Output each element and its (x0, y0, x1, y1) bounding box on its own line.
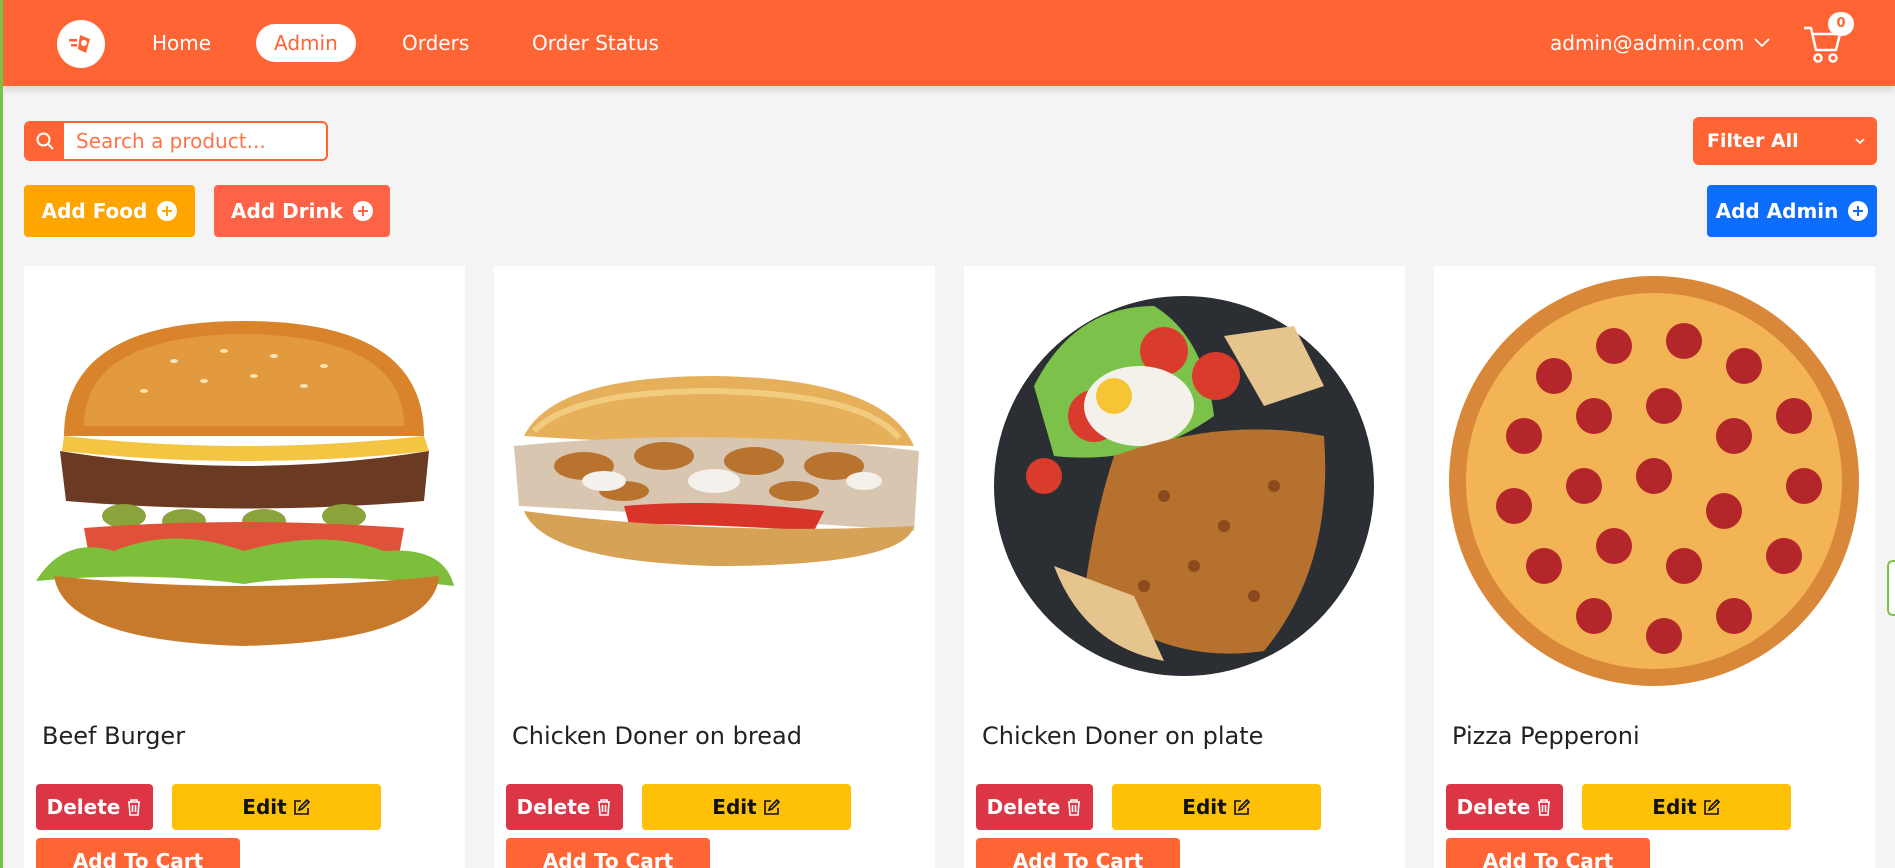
page-left-border (0, 0, 3, 868)
product-card: Chicken Doner on plate Delete Edit Add T… (964, 266, 1405, 868)
edit-button[interactable]: Edit (1582, 784, 1791, 830)
search-icon (36, 132, 54, 150)
plus-circle-icon (352, 201, 373, 221)
product-image (1434, 266, 1875, 706)
delete-label: Delete (516, 795, 591, 819)
product-image (24, 266, 465, 706)
edit-label: Edit (242, 795, 287, 819)
add-to-cart-button[interactable]: Add To Cart (36, 838, 240, 868)
logo[interactable] (57, 20, 105, 68)
edit-label: Edit (1182, 795, 1227, 819)
trash-icon (128, 799, 141, 816)
add-admin-button[interactable]: Add Admin (1707, 185, 1877, 237)
cart-count-badge: 0 (1828, 12, 1854, 36)
plus-circle-icon (157, 201, 178, 221)
user-email: admin@admin.com (1550, 31, 1745, 55)
delete-label: Delete (46, 795, 121, 819)
product-name: Beef Burger (42, 722, 186, 750)
search-box (24, 121, 328, 161)
navbar: Home Admin Orders Order Status admin@adm… (0, 0, 1895, 86)
add-to-cart-label: Add To Cart (1012, 849, 1144, 868)
nav-order-status[interactable]: Order Status (514, 24, 677, 62)
nav-home[interactable]: Home (134, 24, 229, 62)
add-to-cart-button[interactable]: Add To Cart (506, 838, 710, 868)
edit-icon (1703, 798, 1720, 815)
trash-icon (598, 799, 611, 816)
add-drink-label: Add Drink (231, 199, 343, 223)
product-image (964, 266, 1405, 706)
nav-orders[interactable]: Orders (384, 24, 487, 62)
trash-icon (1068, 799, 1081, 816)
add-food-button[interactable]: Add Food (24, 185, 195, 237)
side-tab[interactable] (1887, 560, 1895, 616)
delete-label: Delete (1456, 795, 1531, 819)
delete-button[interactable]: Delete (36, 784, 153, 830)
product-image (494, 266, 935, 706)
add-admin-label: Add Admin (1715, 199, 1839, 223)
filter-selected-value: Filter All (1707, 130, 1799, 152)
add-food-label: Add Food (41, 199, 148, 223)
chevron-down-icon (1754, 38, 1771, 48)
filter-select[interactable]: Filter All (1693, 117, 1877, 165)
delete-button[interactable]: Delete (506, 784, 623, 830)
burger-image (24, 266, 465, 706)
user-menu[interactable]: admin@admin.com (1550, 24, 1771, 62)
add-to-cart-button[interactable]: Add To Cart (1446, 838, 1650, 868)
add-drink-button[interactable]: Add Drink (214, 185, 390, 237)
product-name: Chicken Doner on plate (982, 722, 1264, 750)
delivery-logo-icon (69, 35, 90, 53)
product-name: Chicken Doner on bread (512, 722, 802, 750)
add-to-cart-label: Add To Cart (72, 849, 204, 868)
product-card: Pizza Pepperoni Delete Edit Add To Cart (1434, 266, 1875, 868)
edit-label: Edit (712, 795, 757, 819)
delete-label: Delete (986, 795, 1061, 819)
add-to-cart-button[interactable]: Add To Cart (976, 838, 1180, 868)
pizza-image (1434, 266, 1875, 706)
search-button[interactable] (26, 123, 64, 159)
doner-plate-image (964, 266, 1405, 706)
product-name: Pizza Pepperoni (1452, 722, 1640, 750)
add-to-cart-label: Add To Cart (1482, 849, 1614, 868)
edit-button[interactable]: Edit (1112, 784, 1321, 830)
edit-label: Edit (1652, 795, 1697, 819)
delete-button[interactable]: Delete (1446, 784, 1563, 830)
delete-button[interactable]: Delete (976, 784, 1093, 830)
product-card: Beef Burger Delete Edit Add To Cart (24, 266, 465, 868)
nav-admin[interactable]: Admin (256, 24, 356, 62)
plus-circle-icon (1848, 201, 1869, 221)
add-to-cart-label: Add To Cart (542, 849, 674, 868)
doner-bread-image (494, 266, 935, 706)
edit-icon (293, 798, 310, 815)
product-card: Chicken Doner on bread Delete Edit Add T… (494, 266, 935, 868)
search-input[interactable] (64, 123, 314, 159)
trash-icon (1538, 799, 1551, 816)
chevron-down-icon (1855, 138, 1865, 145)
edit-button[interactable]: Edit (172, 784, 381, 830)
edit-icon (763, 798, 780, 815)
edit-icon (1233, 798, 1250, 815)
edit-button[interactable]: Edit (642, 784, 851, 830)
